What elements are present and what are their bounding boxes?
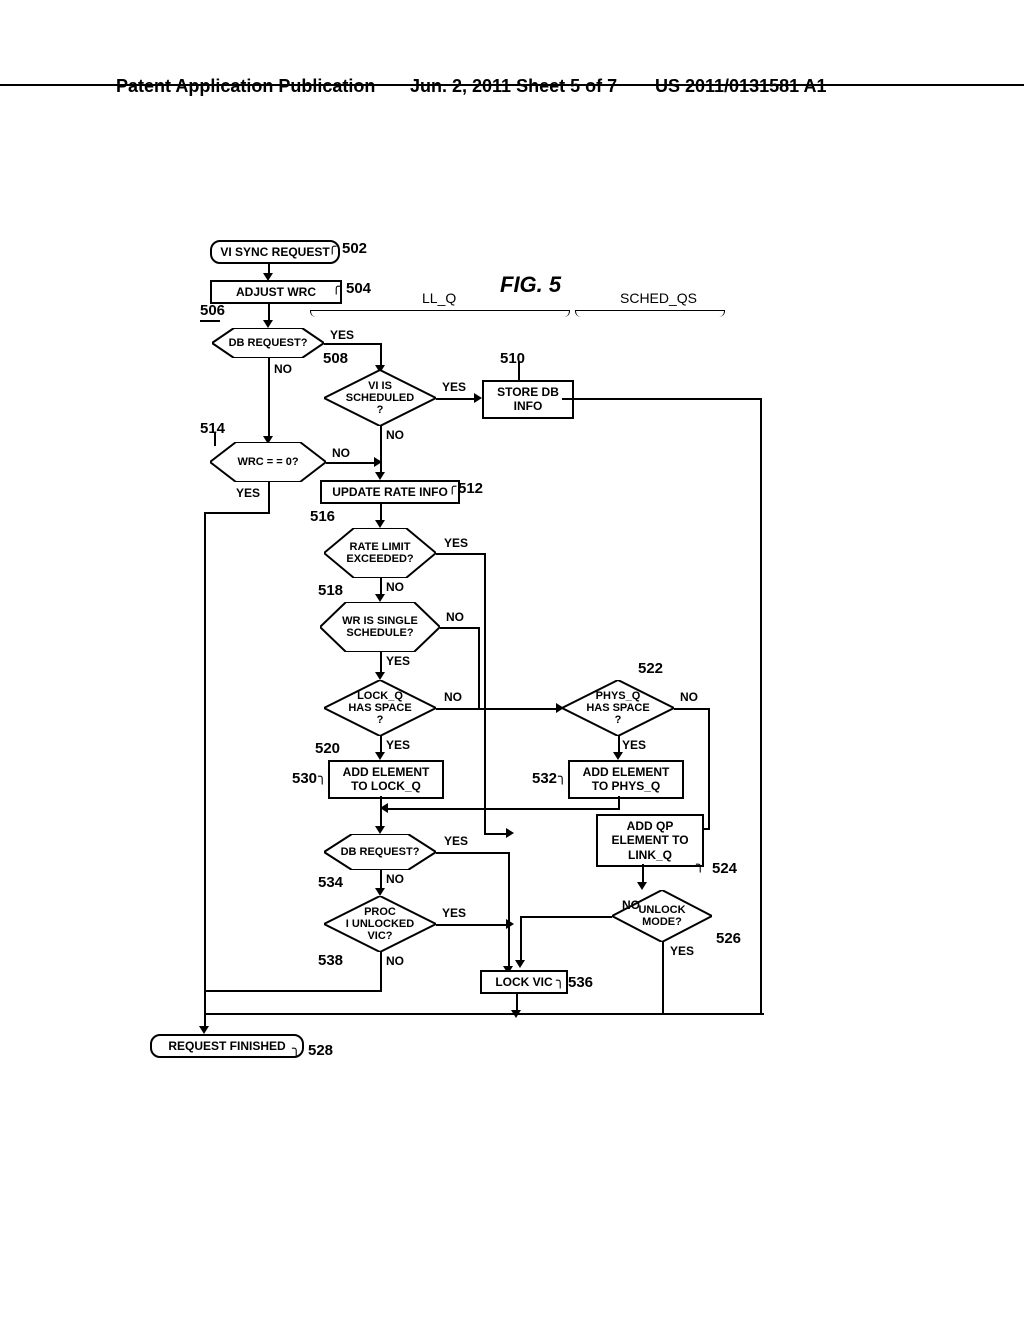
figure-title: FIG. 5: [500, 272, 561, 298]
node-532: ADD ELEMENT TO PHYS_Q: [568, 760, 684, 799]
region-schedqs-label: SCHED_QS: [620, 290, 697, 306]
node-514: WRC = = 0?: [210, 442, 326, 482]
ref-506: 506: [200, 302, 225, 319]
node-534: DB REQUEST?: [324, 834, 436, 870]
node-522: PHYS_Q HAS SPACE ?: [562, 680, 674, 736]
ref-538: 538: [318, 952, 343, 969]
node-528: REQUEST FINISHED: [150, 1034, 304, 1058]
region-schedqs-brace: [575, 310, 725, 315]
node-506: DB REQUEST?: [212, 328, 324, 358]
header-center: Jun. 2, 2011 Sheet 5 of 7: [410, 76, 617, 97]
edge-522-no: NO: [680, 690, 698, 704]
ref-502: 502: [342, 240, 367, 257]
edge-534-yes: YES: [444, 834, 468, 848]
region-llq-label: LL_Q: [422, 290, 456, 306]
ref-514: 514: [200, 420, 225, 437]
region-llq-brace: [310, 310, 570, 315]
edge-520-no: NO: [444, 690, 462, 704]
ref-508: 508: [323, 350, 348, 367]
ref-526: 526: [716, 930, 741, 947]
node-504: ADJUST WRC: [210, 280, 342, 304]
edge-516-no: NO: [386, 580, 404, 594]
node-530: ADD ELEMENT TO LOCK_Q: [328, 760, 444, 799]
header-right: US 2011/0131581 A1: [655, 76, 826, 97]
ref-532: 532: [532, 770, 557, 787]
ref-530: 530: [292, 770, 317, 787]
ref-522: 522: [638, 660, 663, 677]
node-516: RATE LIMIT EXCEEDED?: [324, 528, 436, 578]
ref-516: 516: [310, 508, 335, 525]
edge-518-no: NO: [446, 610, 464, 624]
ref-528: 528: [308, 1042, 333, 1059]
node-510: STORE DB INFO: [482, 380, 574, 419]
edge-514-no: NO: [332, 446, 350, 460]
node-518: WR IS SINGLE SCHEDULE?: [320, 602, 440, 652]
flowchart: FIG. 5 LL_Q SCHED_QS VI SYNC REQUEST 502…: [200, 230, 850, 1080]
edge-538-yes: YES: [442, 906, 466, 920]
edge-518-yes: YES: [386, 654, 410, 668]
edge-526-yes: YES: [670, 944, 694, 958]
header-left: Patent Application Publication: [116, 76, 375, 97]
node-538: PROC I UNLOCKED VIC?: [324, 896, 436, 952]
node-536: LOCK VIC: [480, 970, 568, 994]
ref-518: 518: [318, 582, 343, 599]
ref-536: 536: [568, 974, 593, 991]
node-508: VI IS SCHEDULED ?: [324, 370, 436, 426]
edge-508-yes: YES: [442, 380, 466, 394]
ref-504: 504: [346, 280, 371, 297]
edge-534-no: NO: [386, 872, 404, 886]
ref-534: 534: [318, 874, 343, 891]
ref-512: 512: [458, 480, 483, 497]
edge-508-no: NO: [386, 428, 404, 442]
edge-520-yes: YES: [386, 738, 410, 752]
edge-522-yes: YES: [622, 738, 646, 752]
ref-524: 524: [712, 860, 737, 877]
ref-510: 510: [500, 350, 525, 367]
ref-520: 520: [315, 740, 340, 757]
edge-506-yes: YES: [330, 328, 354, 342]
edge-516-yes: YES: [444, 536, 468, 550]
node-520: LOCK_Q HAS SPACE ?: [324, 680, 436, 736]
node-524: ADD QP ELEMENT TO LINK_Q: [596, 814, 704, 867]
edge-506-no: NO: [274, 362, 292, 376]
edge-538-no: NO: [386, 954, 404, 968]
edge-526-no: NO: [622, 898, 640, 912]
node-502: VI SYNC REQUEST: [210, 240, 340, 264]
edge-514-yes: YES: [236, 486, 260, 500]
node-512: UPDATE RATE INFO: [320, 480, 460, 504]
